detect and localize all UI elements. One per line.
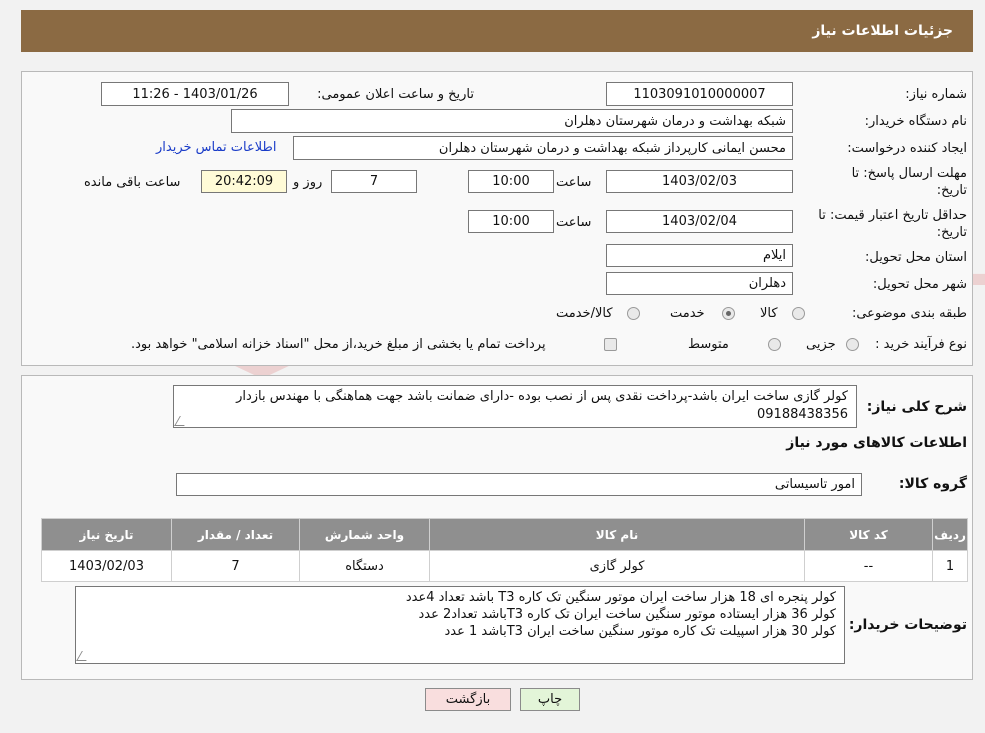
process-option-minor: جزیی [806,337,836,352]
validity-time-label: ساعت [556,215,592,230]
deadline-time-label: ساعت [556,175,592,190]
remaining-label: ساعت باقی مانده [84,175,181,190]
remaining-time-field: 20:42:09 [201,170,287,193]
buyer-org-field: شبکه بهداشت و درمان شهرستان دهلران [231,109,793,133]
need-number-label: شماره نیاز: [905,87,967,102]
need-number-field: 1103091010000007 [606,82,793,106]
city-label: شهر محل تحویل: [872,277,967,292]
buyer-notes-field[interactable]: کولر پنجره ای 18 هزار ساخت ایران موتور س… [75,586,845,664]
process-radio-minor[interactable] [846,338,859,351]
cell-unit: دستگاه [299,550,430,582]
category-radio-goods[interactable] [792,307,805,320]
items-table: ردیف کد کالا نام کالا واحد شمارش تعداد /… [41,518,968,582]
cell-row-number: 1 [932,550,968,582]
print-button[interactable]: چاپ [520,688,580,711]
validity-label: حداقل تاریخ اعتبار قیمت: تا [818,208,967,223]
deadline-time-field: 10:00 [468,170,554,193]
category-label: طبقه بندی موضوعی: [851,306,967,321]
goods-section-title: اطلاعات کالاهای مورد نیاز [786,435,967,451]
announce-label: تاریخ و ساعت اعلان عمومی: [317,87,474,102]
validity-label-2: تاریخ: [936,225,967,240]
validity-time-field: 10:00 [468,210,554,233]
cell-quantity: 7 [171,550,300,582]
process-option-medium: متوسط [688,337,729,352]
page-title: جزئیات اطلاعات نیاز [812,23,953,39]
cell-code: -- [804,550,933,582]
process-radio-medium[interactable] [768,338,781,351]
buyer-org-label: نام دستگاه خریدار: [864,114,967,129]
category-radio-goods-service[interactable] [627,307,640,320]
buyer-notes-label: توضیحات خریدار: [848,617,967,633]
summary-field[interactable]: کولر گازی ساخت ایران باشد-پرداخت نقدی پس… [173,385,857,428]
group-label: گروه کالا: [898,476,967,492]
announce-field: 1403/01/26 - 11:26 [101,82,289,106]
category-option-service: خدمت [670,306,705,321]
city-field: دهلران [606,272,793,295]
province-field: ایلام [606,244,793,267]
page-header: جزئیات اطلاعات نیاز [21,10,973,52]
deadline-label: مهلت ارسال پاسخ: تا [851,166,967,181]
creator-field: محسن ایمانی کارپرداز شبکه بهداشت و درمان… [293,136,793,160]
cell-name: کولر گازی [429,550,805,582]
validity-date-field: 1403/02/04 [606,210,793,233]
contact-buyer-link[interactable]: اطلاعات تماس خریدار [156,140,276,155]
table-header-row: ردیف کد کالا نام کالا واحد شمارش تعداد /… [41,518,968,551]
col-header-name: نام کالا [429,518,805,551]
category-option-goods-service: کالا/خدمت [556,306,613,321]
category-option-goods: کالا [760,306,778,321]
days-label: روز و [293,175,323,190]
cell-need-date: 1403/02/03 [41,550,172,582]
payment-checkbox[interactable] [604,338,617,351]
table-row: 1 -- کولر گازی دستگاه 7 1403/02/03 [41,550,968,582]
col-header-row-number: ردیف [932,518,968,551]
summary-label: شرح کلی نیاز: [866,399,967,415]
deadline-date-field: 1403/02/03 [606,170,793,193]
creator-label: ایجاد کننده درخواست: [847,141,967,156]
days-field: 7 [331,170,417,193]
col-header-need-date: تاریخ نیاز [41,518,172,551]
col-header-unit: واحد شمارش [299,518,430,551]
province-label: استان محل تحویل: [865,250,967,265]
col-header-code: کد کالا [804,518,933,551]
category-radio-service[interactable] [722,307,735,320]
deadline-label-2: تاریخ: [936,183,967,198]
col-header-quantity: تعداد / مقدار [171,518,300,551]
group-field: امور تاسیساتی [176,473,862,496]
process-note: پرداخت تمام یا بخشی از مبلغ خرید،از محل … [131,337,546,352]
process-label: نوع فرآیند خرید : [875,337,967,352]
back-button[interactable]: بازگشت [425,688,511,711]
